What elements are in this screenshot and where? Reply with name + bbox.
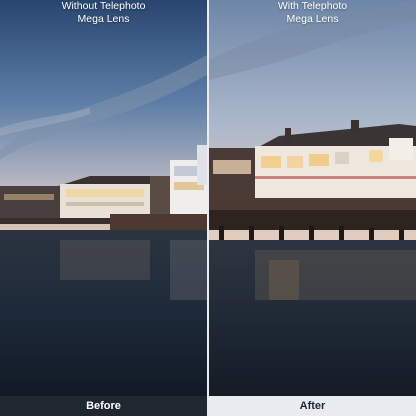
after-panel: With Telephoto Mega Lens After: [209, 0, 416, 416]
before-caption-line2: Mega Lens: [77, 13, 130, 25]
before-label: Before: [86, 400, 121, 412]
after-label-bar: After: [209, 396, 416, 416]
after-caption-line2: Mega Lens: [286, 13, 339, 25]
before-caption-line1: Without Telephoto: [61, 0, 146, 12]
before-caption: Without Telephoto Mega Lens: [0, 0, 207, 26]
after-caption-line1: With Telephoto: [277, 0, 348, 12]
after-caption: With Telephoto Mega Lens: [209, 0, 416, 26]
after-label: After: [299, 400, 326, 412]
before-after-comparison: Without Telephoto Mega Lens Before With …: [0, 0, 416, 416]
before-label-bar: Before: [0, 396, 207, 416]
before-panel: Without Telephoto Mega Lens Before: [0, 0, 207, 416]
after-photo: [209, 0, 416, 396]
before-photo: [0, 0, 207, 396]
